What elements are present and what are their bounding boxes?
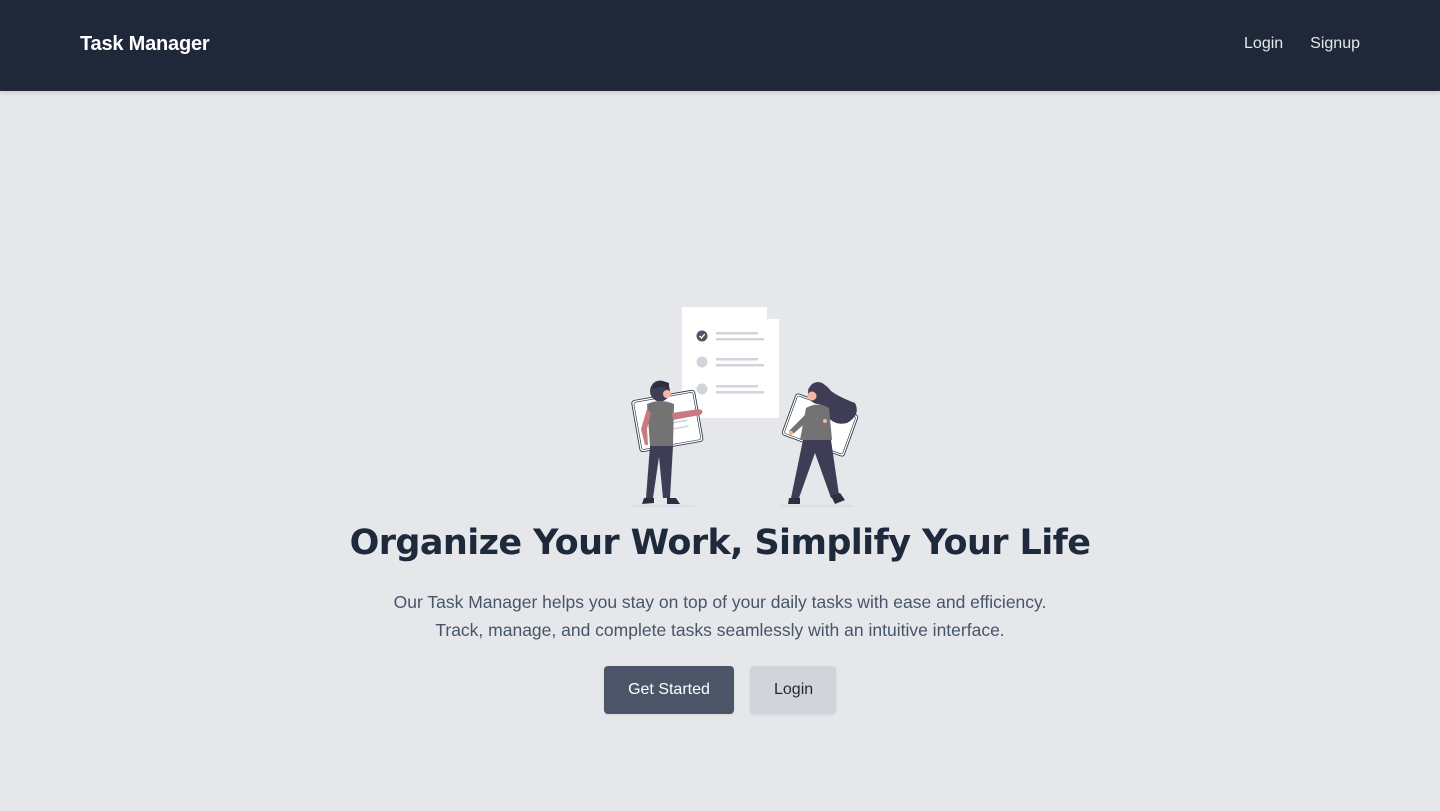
hero-headline: Organize Your Work, Simplify Your Life [349,523,1091,563]
brand-logo[interactable]: Task Manager [80,33,210,56]
nav-signup-link[interactable]: Signup [1310,35,1360,53]
hero-subtitle: Our Task Manager helps you stay on top o… [0,588,1440,644]
navbar: Task Manager Login Signup [0,0,1440,91]
nav-links: Login Signup [1244,35,1360,53]
hero-subtitle-line-2: Track, manage, and complete tasks seamle… [435,620,1005,640]
get-started-button[interactable]: Get Started [604,666,734,714]
cta-buttons: Get Started Login [0,666,1440,714]
hero-subtitle-line-1: Our Task Manager helps you stay on top o… [393,592,1047,612]
task-checklist-illustration-icon [631,307,859,507]
hero-section: Organize Your Work, Simplify Your Life O… [0,91,1440,811]
nav-login-link[interactable]: Login [1244,35,1283,53]
login-button[interactable]: Login [750,666,836,714]
